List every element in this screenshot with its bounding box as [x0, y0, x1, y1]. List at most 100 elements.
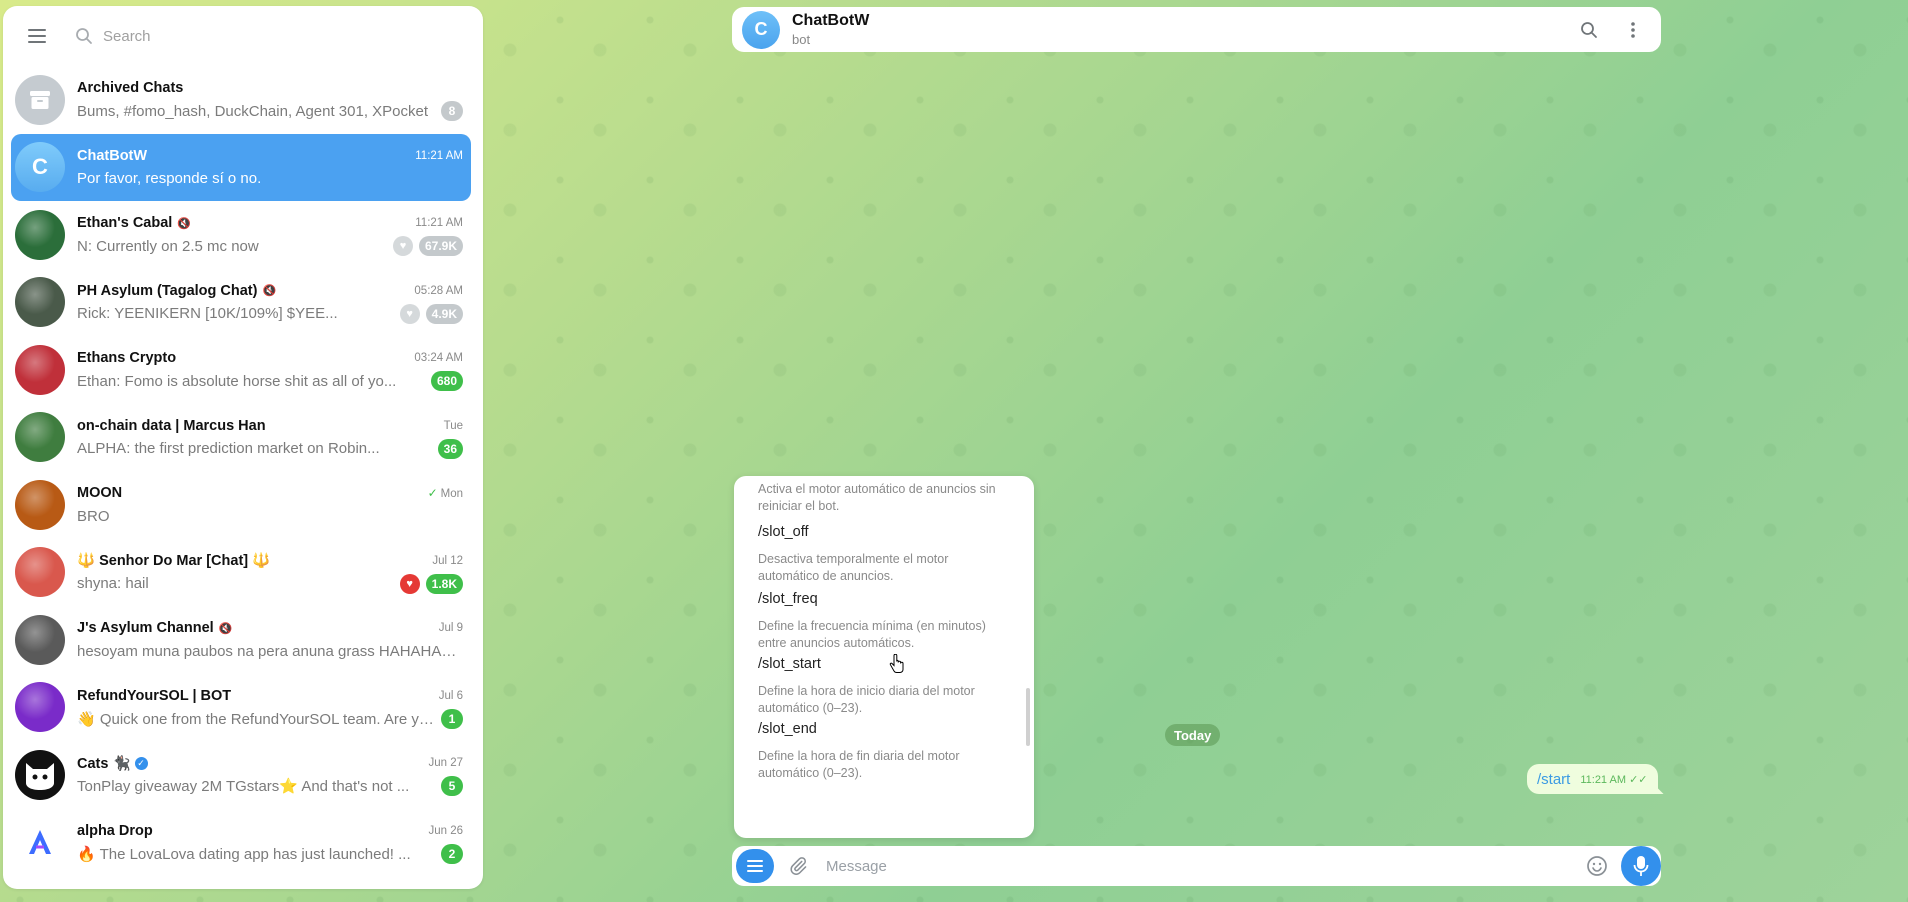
bubble-tail — [1653, 784, 1664, 794]
chat-title-wrap: J's Asylum Channel 🔇 — [77, 620, 232, 636]
search-icon — [1581, 21, 1597, 38]
chat-title-wrap: MOON — [77, 485, 122, 501]
chat-item-moon[interactable]: MOON ✓ Mon BRO — [11, 471, 471, 539]
chat-item-top-row: on-chain data | Marcus Han Tue — [77, 415, 463, 437]
chat-time: Jul 9 — [439, 622, 463, 634]
avatar — [15, 614, 65, 665]
chat-list: Archived Chats Bums, #fomo_hash, DuckChai… — [3, 66, 483, 876]
chat-title-wrap: Cats 🐈‍⬛ ✓ — [77, 755, 148, 772]
chat-time-text: 11:21 AM — [415, 149, 463, 162]
chat-preview: TonPlay giveaway 2M TGstars⭐ And that's … — [77, 777, 435, 795]
chat-item-bottom-row: Por favor, responde sí o no. — [77, 168, 463, 190]
chat-item-bottom-row: Ethan: Fomo is absolute horse shit as al… — [77, 370, 463, 392]
chat-title: RefundYourSOL | BOT — [77, 687, 232, 704]
chat-item-ethans-crypto[interactable]: Ethans Crypto 03:24 AM Ethan: Fomo is abso… — [11, 336, 471, 404]
chat-title: on-chain data | Marcus Han — [77, 417, 266, 434]
preview-text: BRO — [77, 507, 110, 525]
menu-icon — [747, 860, 763, 872]
chat-item-body: 🔱 Senhor Do Mar [Chat] 🔱 Jul 12 shyna: hai… — [77, 550, 463, 595]
chat-item-archived[interactable]: Archived Chats Bums, #fomo_hash, DuckChai… — [11, 66, 471, 134]
chat-title-wrap: on-chain data | Marcus Han — [77, 418, 266, 434]
preview-sender: Ethan: — [77, 372, 121, 390]
bot-menu-button[interactable] — [736, 849, 774, 883]
chat-item-body: ChatBotW 11:21 AM Por favor, responde sí o… — [77, 145, 463, 190]
microphone-icon — [1633, 856, 1649, 876]
chat-item-refundyoursol[interactable]: RefundYourSOL | BOT Jul 6 👋 Quick one from… — [11, 674, 471, 742]
hamburger-menu-button[interactable] — [17, 16, 57, 56]
more-vertical-icon — [1631, 21, 1635, 38]
chat-item-bottom-row: 🔥 The LovaLova dating app has just launc… — [77, 843, 463, 865]
date-separator: Today — [1165, 724, 1221, 746]
outgoing-message[interactable]: /start 11:21 AM ✓✓ — [1527, 764, 1664, 794]
chat-item-body: on-chain data | Marcus Han Tue ALPHA: the … — [77, 415, 463, 460]
voice-record-button[interactable] — [1621, 846, 1661, 886]
chat-item-alpha-drop[interactable]: alpha Drop Jun 26 🔥 The LovaLova dating ap… — [11, 809, 471, 877]
preview-text: TonPlay giveaway 2M TGstars⭐ And that's … — [77, 778, 410, 796]
reaction-heart-icon: ♥ — [392, 236, 413, 257]
verified-icon: ✓ — [134, 756, 148, 770]
chat-item-senhor-do-mar[interactable]: 🔱 Senhor Do Mar [Chat] 🔱 Jul 12 shyna: hai… — [11, 539, 471, 607]
avatar[interactable]: C — [742, 10, 780, 49]
chat-time: 11:21 AM — [415, 217, 463, 229]
preview-sender: shyna: — [77, 575, 122, 593]
preview-text: Rick: YEENIKERN [10K/109%] $YEE... — [77, 305, 338, 323]
unread-badge: 1 — [441, 708, 463, 729]
chat-title-block[interactable]: ChatBotW bot — [792, 12, 869, 47]
chat-item-body: alpha Drop Jun 26 🔥 The LovaLova dating ap… — [77, 820, 463, 865]
chat-item-bottom-row: Bums, #fomo_hash, DuckChain, Agent 301, … — [77, 100, 463, 122]
chat-preview: 🔥 The LovaLova dating app has just launc… — [77, 845, 435, 863]
command-description: Desactiva temporalmente el motor automát… — [758, 552, 949, 583]
chat-item-on-chain-data[interactable]: on-chain data | Marcus Han Tue ALPHA: the … — [11, 404, 471, 472]
more-options-button[interactable] — [1621, 18, 1645, 42]
header-actions — [1577, 18, 1651, 42]
double-check-icon: ✓✓ — [1629, 773, 1648, 786]
hand-cursor-icon — [889, 654, 904, 673]
chat-list-panel: Archived Chats Bums, #fomo_hash, DuckChai… — [3, 6, 483, 889]
message-input[interactable] — [826, 857, 1585, 875]
chat-item-cats[interactable]: Cats 🐈‍⬛ ✓ Jun 27 TonPlay giveaway 2M TGsta… — [11, 741, 471, 809]
chat-title-wrap: Ethans Crypto — [77, 350, 176, 366]
avatar — [15, 344, 65, 395]
alpha-logo-icon — [29, 830, 51, 855]
chat-item-js-asylum[interactable]: J's Asylum Channel 🔇 Jul 9 hesoyam muna pau… — [11, 606, 471, 674]
unread-badge: 680 — [430, 371, 463, 392]
scrollbar[interactable] — [1026, 688, 1030, 746]
chat-time: ✓ Mon — [428, 486, 463, 500]
search-box[interactable] — [75, 16, 469, 56]
avatar — [15, 74, 65, 125]
chat-title: alpha Drop — [77, 822, 153, 839]
command-item[interactable]: /slot_freq Define la frecuencia mínima (e… — [734, 591, 1034, 652]
chat-item-top-row: MOON ✓ Mon — [77, 482, 463, 504]
chat-time: 03:24 AM — [414, 352, 463, 364]
chat-title: Cats 🐈‍⬛ — [77, 755, 131, 772]
chat-item-ph-asylum[interactable]: PH Asylum (Tagalog Chat) 🔇 05:28 AM Rick: Y… — [11, 269, 471, 337]
chat-title-wrap: Archived Chats — [77, 80, 183, 96]
message-text[interactable]: /start — [1537, 771, 1570, 788]
chat-preview: Por favor, responde sí o no. — [77, 170, 463, 187]
attach-button[interactable] — [786, 854, 810, 878]
avatar — [15, 547, 65, 598]
paperclip-icon — [790, 857, 807, 875]
unread-badge: 4.9K — [425, 303, 463, 324]
chat-item-chatbotw[interactable]: C ChatBotW 11:21 AM Por favor, responde sí … — [11, 133, 471, 201]
emoji-button[interactable] — [1585, 854, 1609, 878]
avatar — [15, 749, 65, 800]
preview-text: Por favor, responde sí o no. — [77, 170, 262, 188]
chat-item-ethans-cabal[interactable]: Ethan's Cabal 🔇 11:21 AM N: Currently on 2.… — [11, 201, 471, 269]
preview-text: hail — [125, 575, 149, 593]
chat-subtitle: bot — [792, 32, 811, 47]
search-chat-button[interactable] — [1577, 18, 1601, 42]
read-check-icon: ✓ — [427, 486, 438, 501]
chat-time: Tue — [444, 420, 463, 432]
command-item[interactable]: /slot_off Desactiva temporalmente el moto… — [734, 524, 1034, 585]
reaction-heart-icon: ♥ — [399, 303, 420, 324]
search-input[interactable] — [103, 27, 403, 45]
unread-badge: 5 — [441, 776, 463, 797]
command-name: /slot_off — [758, 524, 809, 540]
unread-badge: 2 — [441, 843, 463, 864]
command-item-desc-top[interactable]: Activa el motor automático de anuncios s… — [734, 476, 1034, 515]
command-item[interactable]: /slot_end Define la hora de fin diaria de… — [734, 721, 1034, 782]
chat-time-text: 11:21 AM — [415, 217, 463, 230]
chat-header[interactable]: C ChatBotW bot — [732, 7, 1661, 52]
command-item[interactable]: /slot_start Define la hora de inicio diar… — [734, 656, 1034, 717]
